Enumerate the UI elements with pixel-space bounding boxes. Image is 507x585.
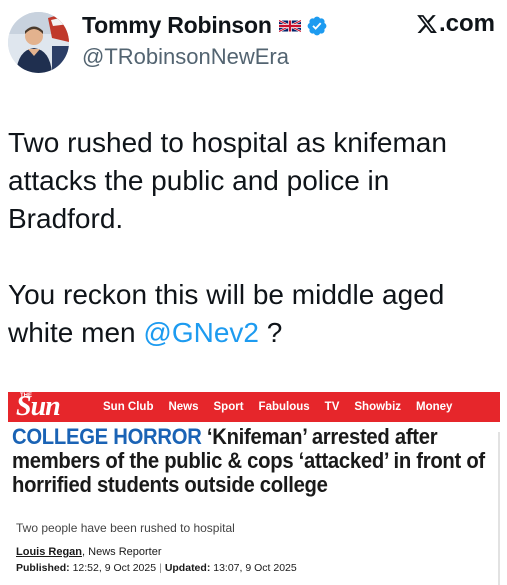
x-brand[interactable]: .com: [416, 10, 495, 38]
verified-badge-icon: [306, 15, 328, 37]
tweet-paragraph-1: Two rushed to hospital as knifeman attac…: [8, 127, 447, 234]
nav-item-news[interactable]: News: [168, 401, 198, 413]
divider: [498, 432, 500, 585]
avatar-image: [8, 12, 69, 73]
name-row: Tommy Robinson: [82, 12, 328, 39]
nav-item-sun-club[interactable]: Sun Club: [103, 401, 153, 413]
published-value: 12:52, 9 Oct 2025: [69, 562, 157, 574]
tweet-text-after-mention: ?: [258, 317, 283, 348]
sun-logo-text: Sun: [16, 391, 61, 422]
nav-item-fabulous[interactable]: Fabulous: [259, 401, 310, 413]
published-label: Published:: [16, 562, 70, 574]
nav-item-money[interactable]: Money: [416, 401, 452, 413]
tweet-header: Tommy Robinson @TRobinsonNewEra .com: [0, 0, 507, 90]
sun-navbar: THE Sun Sun Club News Sport Fabulous TV …: [8, 391, 500, 422]
sun-nav-items: Sun Club News Sport Fabulous TV Showbiz …: [103, 392, 452, 422]
nav-item-showbiz[interactable]: Showbiz: [354, 401, 401, 413]
article-screenshot[interactable]: THE Sun Sun Club News Sport Fabulous TV …: [8, 391, 500, 585]
avatar[interactable]: [8, 12, 69, 73]
tweet-paragraph-2: You reckon this will be middle aged whit…: [8, 276, 500, 352]
x-logo-icon: [417, 15, 437, 33]
author-role: , News Reporter: [82, 546, 162, 558]
article-byline: Louis Regan, News Reporter: [16, 546, 162, 558]
article-headline: COLLEGE HORROR ‘Knifeman’ arrested after…: [12, 425, 500, 497]
article-dates: Published: 12:52, 9 Oct 2025 | Updated: 13…: [16, 562, 297, 574]
author-name-link[interactable]: Louis Regan: [16, 546, 82, 558]
date-separator: |: [159, 562, 162, 574]
updated-value: 13:07, 9 Oct 2025: [210, 562, 297, 574]
mention-link[interactable]: @GNev2: [143, 317, 259, 348]
nav-item-tv[interactable]: TV: [325, 401, 340, 413]
updated-label: Updated:: [164, 562, 211, 574]
headline-kicker: COLLEGE HORROR: [12, 424, 202, 449]
user-handle[interactable]: @TRobinsonNewEra: [82, 44, 289, 70]
article-subhead: Two people have been rushed to hospital: [16, 521, 235, 535]
nav-item-sport[interactable]: Sport: [214, 401, 244, 413]
display-name[interactable]: Tommy Robinson: [82, 12, 272, 39]
uk-flag-icon: [278, 19, 302, 33]
x-brand-label: .com: [438, 10, 495, 37]
tweet-text: Two rushed to hospital as knifeman attac…: [8, 124, 500, 352]
